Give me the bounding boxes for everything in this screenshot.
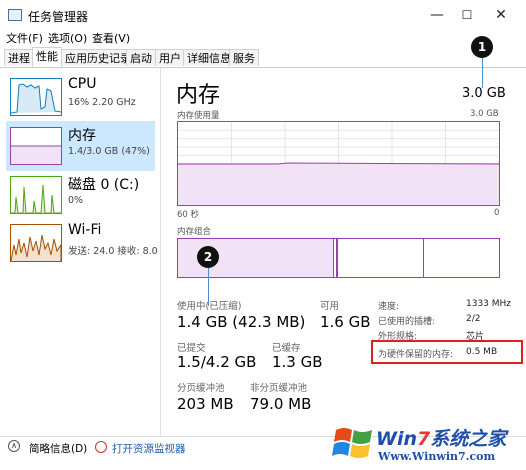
nonpaged-pool-label: 非分页缓冲池 (250, 383, 308, 394)
memory-total: 3.0 GB (462, 86, 506, 101)
disk-thumbnail-graph (10, 176, 62, 214)
tab-processes[interactable]: 进程 (4, 49, 34, 66)
sidebar-item-detail: 1.4/3.0 GB (47%) (68, 146, 150, 157)
available-value: 1.6 GB (320, 313, 371, 331)
cached-label: 已缓存 (272, 343, 301, 354)
annotation-2-line (208, 268, 209, 306)
available-label: 可用 (320, 301, 340, 312)
usage-graph-label: 内存使用量 (177, 111, 220, 121)
composition-modified (336, 239, 338, 277)
cached-value: 1.3 GB (272, 353, 323, 371)
wifi-thumbnail-graph (10, 224, 62, 262)
composition-standby-divider (423, 239, 424, 277)
speed-label: 速度: (378, 302, 400, 312)
tab-bar: 进程 性能 应用历史记录 启动 用户 详细信息 服务 (0, 47, 526, 68)
paged-pool-value: 203 MB (177, 395, 234, 413)
in-use-value: 1.4 GB (42.3 MB) (177, 313, 306, 331)
tab-details[interactable]: 详细信息 (183, 49, 235, 66)
page-title: 内存 (176, 83, 221, 108)
tab-startup[interactable]: 启动 (126, 49, 156, 66)
memory-composition-bar (177, 238, 500, 278)
annotation-badge-2: 2 (197, 246, 219, 268)
window-title: 任务管理器 (28, 10, 89, 24)
sidebar-item-detail: 0% (68, 195, 84, 206)
sidebar-item-wifi[interactable]: Wi-Fi 发送: 24.0 接收: 8.0 (6, 218, 158, 268)
composition-label: 内存组合 (177, 227, 212, 237)
annotation-badge-1: 1 (471, 36, 493, 58)
tab-performance[interactable]: 性能 (32, 47, 62, 67)
nonpaged-pool-value: 79.0 MB (250, 395, 312, 413)
watermark-url: Www.Winwin7.com (378, 450, 496, 463)
speed-value: 1333 MHz (466, 299, 512, 309)
sidebar-item-detail: 发送: 24.0 接收: 8.0 (68, 246, 158, 257)
hardware-reserved-highlight (371, 340, 523, 364)
committed-value: 1.5/4.2 GB (177, 353, 257, 371)
cpu-thumbnail-graph (10, 78, 62, 116)
usage-graph-max: 3.0 GB (470, 109, 499, 119)
task-manager-icon (8, 9, 22, 21)
paged-pool-label: 分页缓冲池 (177, 383, 225, 394)
title-bar: 任务管理器 — ☐ ✕ (0, 0, 526, 30)
sidebar-item-label: 内存 (68, 128, 96, 144)
time-axis-start: 60 秒 (177, 210, 200, 220)
memory-thumbnail-graph (10, 127, 62, 165)
committed-label: 已提交 (177, 343, 206, 354)
minimize-button[interactable]: — (422, 4, 452, 26)
chevron-up-icon[interactable]: ∧ (8, 440, 20, 452)
open-resource-monitor-link[interactable]: 打开资源监视器 (112, 441, 186, 456)
close-button[interactable]: ✕ (486, 4, 516, 26)
maximize-button[interactable]: ☐ (452, 4, 482, 26)
sidebar-item-disk[interactable]: 磁盘 0 (C:) 0% (6, 170, 155, 220)
in-use-label: 使用中(已压缩) (177, 301, 242, 312)
sidebar-item-memory[interactable]: 内存 1.4/3.0 GB (47%) (6, 121, 155, 171)
menu-file[interactable]: 文件(F) (6, 30, 43, 46)
memory-usage-graph (177, 121, 500, 206)
sidebar-item-label: CPU (68, 76, 97, 92)
slots-used-label: 已使用的插槽: (378, 317, 436, 327)
windows-logo-watermark (330, 418, 378, 466)
menu-view[interactable]: 查看(V) (92, 30, 130, 46)
sidebar-item-label: 磁盘 0 (C:) (68, 177, 140, 193)
annotation-1-line (482, 58, 483, 88)
tab-app-history[interactable]: 应用历史记录 (61, 49, 135, 66)
menu-options[interactable]: 选项(O) (48, 30, 87, 46)
tab-users[interactable]: 用户 (155, 49, 185, 66)
sidebar-item-detail: 16% 2.20 GHz (68, 97, 136, 108)
slots-used-value: 2/2 (466, 314, 481, 324)
time-axis-end: 0 (494, 208, 500, 218)
watermark-brand: Win7系统之家 (376, 428, 507, 450)
sidebar-item-cpu[interactable]: CPU 16% 2.20 GHz (6, 72, 155, 122)
panel-divider (160, 68, 161, 436)
resource-monitor-icon (95, 441, 107, 453)
fewer-details-link[interactable]: 简略信息(D) (29, 441, 87, 456)
tab-services[interactable]: 服务 (229, 49, 259, 66)
sidebar-item-label: Wi-Fi (68, 222, 102, 238)
